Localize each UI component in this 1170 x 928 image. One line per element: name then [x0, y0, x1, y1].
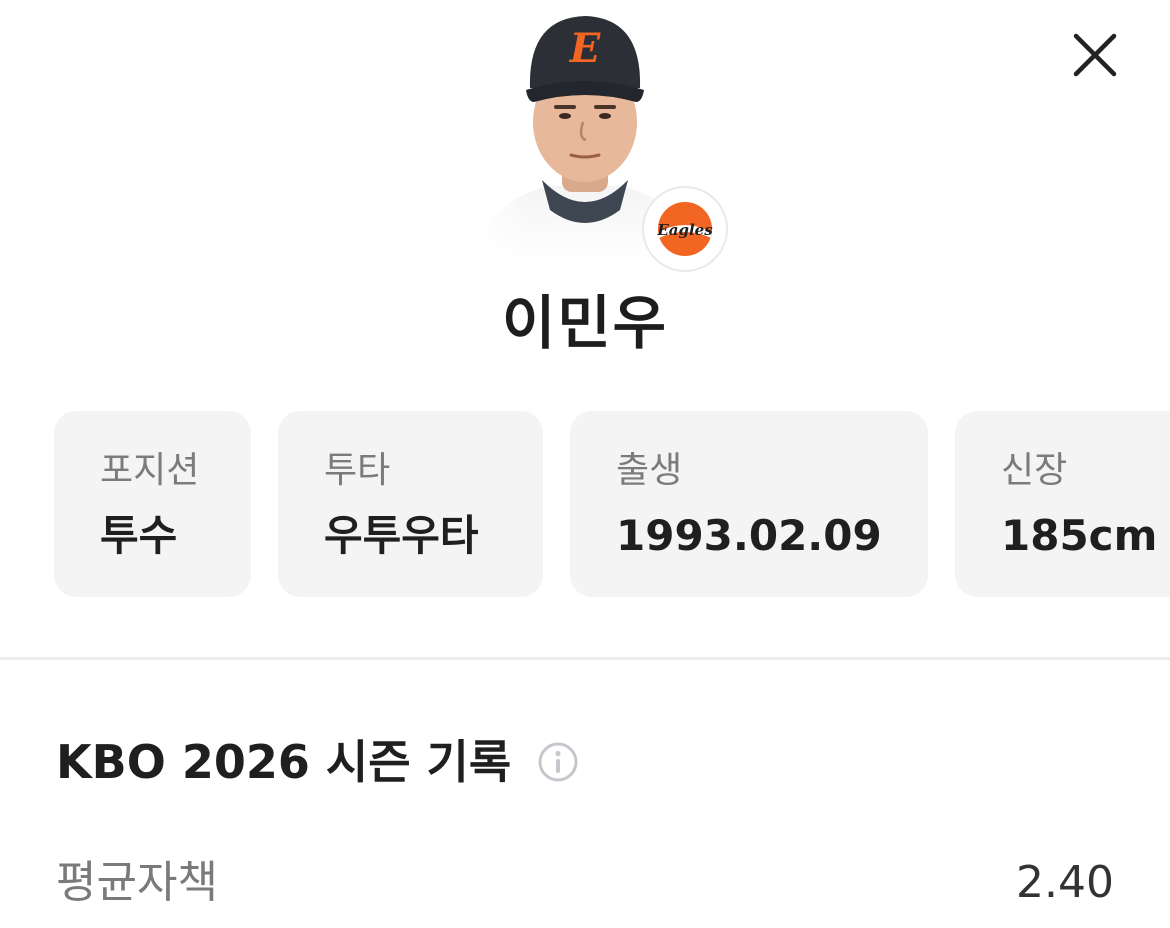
- season-record-title: KBO 2026 시즌 기록: [56, 735, 512, 789]
- section-divider: [0, 657, 1170, 660]
- info-card-value: 1993.02.09: [616, 511, 882, 560]
- info-card-label: 신장: [1001, 450, 1068, 491]
- stat-label-era: 평균자책: [56, 857, 218, 908]
- info-icon: [538, 742, 578, 782]
- info-card-value: 185cm: [1001, 511, 1158, 560]
- cap-logo-letter: E: [569, 25, 601, 72]
- team-logo-text: Eagles: [656, 221, 713, 239]
- player-name: 이민우: [501, 289, 669, 357]
- info-button[interactable]: [537, 741, 579, 783]
- close-button[interactable]: [1066, 26, 1124, 84]
- close-icon: [1073, 33, 1117, 77]
- info-card-label: 투타: [324, 450, 391, 491]
- stat-value-era: 2.40: [1016, 857, 1114, 908]
- team-logo-badge: Eagles: [642, 186, 728, 272]
- eagles-logo-icon: Eagles: [656, 202, 713, 256]
- info-card-birth: 출생 1993.02.09: [570, 411, 928, 597]
- info-card-height: 신장 185cm: [955, 411, 1170, 597]
- info-card-label: 포지션: [100, 450, 200, 491]
- info-card-value: 투수: [100, 511, 178, 560]
- info-card-position: 포지션 투수: [54, 411, 251, 597]
- info-card-value: 우투우타: [324, 511, 479, 560]
- info-card-label: 출생: [616, 450, 683, 491]
- info-card-bat-throw: 투타 우투우타: [278, 411, 543, 597]
